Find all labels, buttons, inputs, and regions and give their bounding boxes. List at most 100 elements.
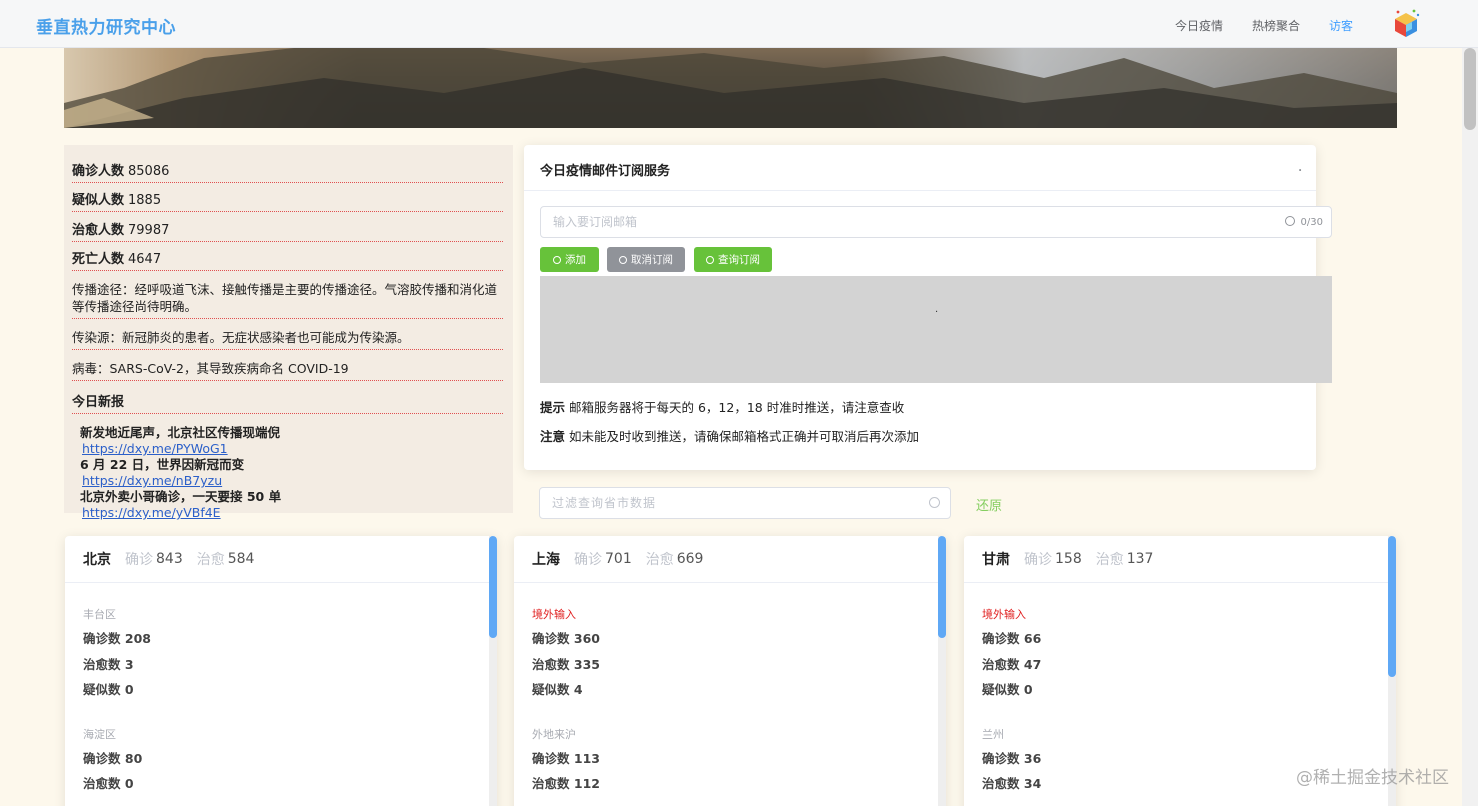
stat-value: 85086 (128, 163, 170, 179)
confirmed-value: 158 (1055, 551, 1082, 567)
stat-value: 1885 (128, 193, 162, 208)
notice-label: 注意 (540, 429, 566, 444)
email-field[interactable]: 0/30 (540, 206, 1332, 238)
nav-today-epidemic[interactable]: 今日疫情 (1175, 17, 1223, 34)
char-counter: 0/30 (1284, 216, 1323, 228)
confirmed-value: 843 (156, 551, 183, 567)
result-text: . (935, 304, 939, 315)
news-link[interactable]: https://dxy.me/PYWoG1 (80, 441, 503, 457)
district-item: 海淀区 确诊数 80 治愈数 0 (65, 726, 497, 797)
add-button[interactable]: 添加 (540, 247, 599, 272)
notice-text: 如未能及时收到推送，请确保邮箱格式正确并可取消后再次添加 (569, 429, 920, 444)
district-suspected: 疑似数 0 (982, 682, 1033, 697)
cured-value: 669 (676, 551, 704, 567)
tip-label: 提示 (540, 400, 566, 415)
district-name: 兰州 (982, 727, 1004, 741)
subscription-result-box: . (540, 276, 1332, 383)
stat-label: 死亡人数 (72, 252, 125, 267)
tip-text: 邮箱服务器将于每天的 6，12，18 时准时推送，请注意查收 (569, 400, 905, 415)
stat-label: 治愈人数 (72, 222, 125, 238)
confirmed-label: 确诊 (1024, 552, 1052, 568)
banner-image (64, 48, 1397, 128)
filter-input[interactable] (540, 488, 910, 518)
search-icon (706, 255, 714, 264)
filter-field[interactable] (539, 487, 951, 519)
brand-title[interactable]: 垂直热力研究中心 (36, 13, 176, 38)
subscribe-title: 今日疫情邮件订阅服务 (540, 164, 671, 179)
city-header: 上海 确诊 701 治愈 669 (514, 536, 946, 583)
tip-notice: 注意 如未能及时收到推送，请确保邮箱格式正确并可取消后再次添加 (540, 426, 919, 445)
city-name: 甘肃 (982, 552, 1010, 568)
top-navbar: 垂直热力研究中心 今日疫情 热榜聚合 访客 (0, 0, 1478, 48)
confirmed-value: 701 (605, 551, 632, 567)
cube-logo-icon[interactable] (1392, 9, 1420, 39)
header-corner-text: . (1298, 163, 1302, 174)
char-count-value: 0/30 (1300, 217, 1323, 228)
scrollbar-thumb[interactable] (1464, 48, 1476, 130)
confirmed-label: 确诊 (574, 552, 602, 568)
stat-label: 确诊人数 (72, 163, 125, 179)
news-title: 今日新报 (72, 381, 503, 414)
district-name: 海淀区 (83, 727, 116, 741)
district-item: 外地来沪 确诊数 113 治愈数 112 (514, 726, 946, 797)
district-cured: 治愈数 335 (532, 656, 600, 672)
district-confirmed: 确诊数 66 (982, 631, 1042, 646)
district-name: 丰台区 (83, 608, 116, 621)
stats-panel: 确诊人数 85086 疑似人数 1885 治愈人数 79987 死亡人数 464… (64, 145, 513, 520)
page-scrollbar[interactable] (1462, 48, 1478, 806)
stat-confirmed: 确诊人数 85086 (72, 153, 503, 183)
district-suspected: 疑似数 4 (532, 682, 583, 697)
city-card-shanghai: 上海 确诊 701 治愈 669 境外输入 确诊数 360 治愈数 335 疑似数 … (514, 536, 946, 806)
cured-label: 治愈 (196, 552, 225, 568)
search-icon (619, 255, 627, 264)
district-item: 境外输入 确诊数 66 治愈数 47 疑似数 0 (964, 606, 1396, 703)
cured-value: 584 (227, 551, 255, 567)
card-scrollbar-thumb[interactable] (938, 536, 946, 638)
district-cured: 治愈数 112 (532, 776, 600, 791)
stat-value: 79987 (128, 222, 170, 238)
query-button-label: 查询订阅 (718, 254, 760, 266)
nav-visitor[interactable]: 访客 (1329, 17, 1353, 34)
stat-suspected: 疑似人数 1885 (72, 183, 503, 212)
source-info: 传染源：新冠肺炎的患者。无症状感染者也可能成为传染源。 (72, 319, 503, 350)
district-name: 外地来沪 (532, 727, 576, 741)
news-link[interactable]: https://dxy.me/nB7yzu (80, 473, 503, 489)
virus-info: 病毒：SARS-CoV-2，其导致疾病命名 COVID-19 (72, 350, 503, 381)
subscribe-header: 今日疫情邮件订阅服务 . (524, 145, 1316, 191)
stat-dead: 死亡人数 4647 (72, 242, 503, 271)
cured-label: 治愈 (645, 552, 674, 568)
district-item: 丰台区 确诊数 208 治愈数 3 疑似数 0 (65, 606, 497, 703)
news-link[interactable]: https://dxy.me/yVBf4E (80, 505, 503, 521)
restore-button[interactable]: 还原 (976, 495, 1002, 514)
city-name: 北京 (83, 552, 111, 568)
confirmed-label: 确诊 (125, 552, 153, 568)
district-name: 境外输入 (532, 608, 576, 621)
news-headline: 新发地近尾声，北京社区传播现端倪 (80, 425, 281, 440)
subscribe-card: 今日疫情邮件订阅服务 . 0/30 添加 取消订阅 查询订阅 . 提示 邮箱服务… (524, 145, 1332, 470)
district-cured: 治愈数 0 (83, 776, 134, 791)
cancel-subscription-button[interactable]: 取消订阅 (607, 247, 685, 272)
watermark: @稀土掘金技术社区 (1296, 768, 1449, 788)
district-cured: 治愈数 3 (83, 656, 134, 672)
search-icon (929, 497, 940, 508)
district-item: 境外输入 确诊数 360 治愈数 335 疑似数 4 (514, 606, 946, 703)
district-confirmed: 确诊数 208 (83, 631, 151, 646)
district-confirmed: 确诊数 113 (532, 750, 600, 766)
card-scrollbar-thumb[interactable] (489, 536, 497, 638)
district-cured: 治愈数 47 (982, 656, 1042, 672)
mountain-silhouette (64, 48, 1397, 128)
query-subscription-button[interactable]: 查询订阅 (694, 247, 772, 272)
card-scrollbar-thumb[interactable] (1388, 536, 1396, 677)
district-suspected: 疑似数 0 (83, 682, 134, 697)
stat-value: 4647 (128, 252, 162, 267)
nav-hot-list[interactable]: 热榜聚合 (1252, 17, 1300, 34)
city-header: 甘肃 确诊 158 治愈 137 (964, 536, 1396, 583)
cured-label: 治愈 (1095, 552, 1124, 568)
city-name: 上海 (532, 552, 560, 568)
district-confirmed: 确诊数 360 (532, 631, 600, 646)
email-input[interactable] (541, 207, 1241, 237)
news-headline: 北京外卖小哥确诊，一天要接 50 单 (80, 489, 282, 504)
tip-schedule: 提示 邮箱服务器将于每天的 6，12，18 时准时推送，请注意查收 (540, 397, 904, 416)
message-icon (1284, 216, 1295, 226)
city-card-beijing: 北京 确诊 843 治愈 584 丰台区 确诊数 208 治愈数 3 疑似数 0 海… (65, 536, 497, 806)
